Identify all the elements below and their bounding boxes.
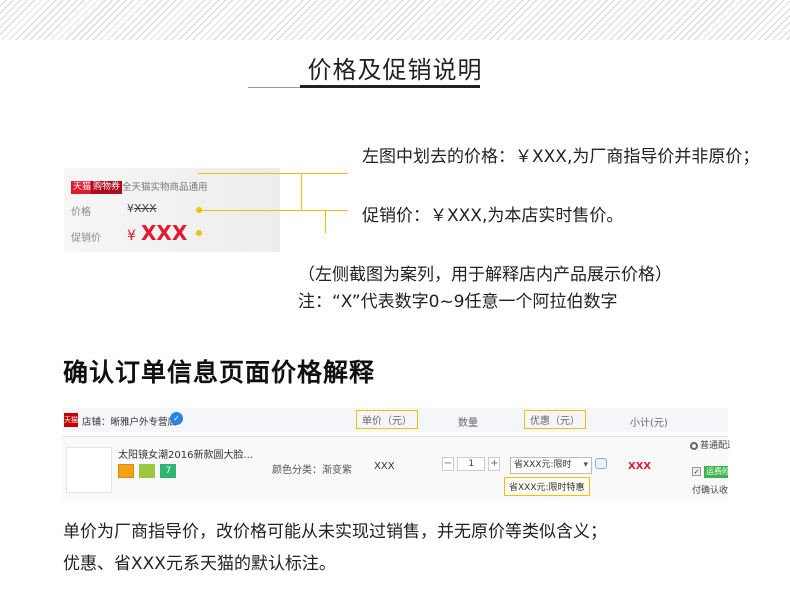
delivery-option[interactable]: 普通配送 [690, 438, 730, 451]
original-price-amount: XXX [134, 202, 157, 215]
discount-header: 优惠（元） [524, 410, 586, 429]
quantity-increase-button[interactable]: + [488, 457, 501, 471]
sale-price-note: 促销价：￥XXX,为本店实时售价。 [362, 206, 624, 226]
quantity-input[interactable]: 1 [457, 457, 486, 471]
coupon-tag: 购物券 [91, 181, 123, 194]
unit-price-explanation: 单价为厂商指导价，改价格可能从未实现过销售，并无原价等类似含义； [63, 522, 607, 542]
sale-price-label: 促销价 [71, 233, 101, 244]
discount-tooltip: 省XXX元:限时特惠 [504, 477, 590, 496]
x-digit-remark: 注：“X”代表数字0~9任意一个阿拉伯数字 [298, 292, 618, 312]
discount-select-value: 省XXX元:限时 [514, 460, 572, 470]
message-icon[interactable] [595, 458, 607, 469]
product-name-link[interactable]: 太阳镜女潮2016新款圆大脸... [118, 446, 253, 461]
quantity-decrease-button[interactable]: − [442, 457, 454, 471]
order-table-header: 天猫 店铺：晰雅户外专营店 ✓ 单价（元） 数量 优惠（元） 小计(元) [62, 408, 728, 432]
screenshot-remark: （左侧截图为案列，用于解释店内产品展示价格） [298, 265, 672, 285]
order-confirm-screenshot: 天猫 店铺：晰雅户外专营店 ✓ 单价（元） 数量 优惠（元） 小计(元) 太阳镜… [62, 408, 730, 500]
chevron-down-icon: ▾ [583, 460, 588, 470]
delivery-radio[interactable] [690, 441, 698, 450]
sale-price-connector [198, 210, 326, 233]
tmall-shop-icon: 天猫 [64, 413, 78, 427]
title-underline [300, 85, 480, 88]
shipping-insurance-tag: 运费险 [704, 466, 728, 478]
unit-price-value: XXX [374, 461, 395, 472]
sale-price-currency: ¥ [127, 228, 136, 244]
subtotal-value: XXX [628, 461, 652, 472]
delivery-option-label: 普通配送 [700, 441, 730, 451]
sale-price-value: ¥ XXX [127, 221, 187, 245]
original-price-value: ¥XXX [127, 202, 157, 215]
unit-price-header: 单价（元） [356, 410, 418, 429]
chat-bubble-icon: ✓ [170, 412, 183, 425]
page-title: 价格及促销说明 [307, 56, 483, 84]
product-thumbnail[interactable] [66, 447, 112, 493]
original-price-label: 价格 [71, 207, 91, 218]
quantity-stepper: − 1 + [442, 457, 501, 473]
subtotal-header: 小计(元) [630, 418, 668, 429]
credit-card-icon [118, 464, 134, 478]
coupon-scope-text: 全天猫实物商品通用 [122, 182, 208, 193]
product-variant: 颜色分类：渐变紫 [272, 465, 352, 476]
discount-select[interactable]: 省XXX元:限时 ▾ [510, 457, 592, 474]
confirm-receipt-text: 付确认收货 [692, 486, 728, 496]
top-decorative-stripe [0, 0, 790, 40]
section-title: 确认订单信息页面价格解释 [63, 358, 376, 387]
sale-price-connector-tail [326, 210, 348, 211]
original-price-note: 左图中划去的价格：￥XXX,为厂商指导价并非原价； [362, 147, 760, 167]
order-item-row: 太阳镜女潮2016新款圆大脸... 7 颜色分类：渐变紫 XXX − 1 + 省… [62, 436, 728, 500]
original-price-connector [198, 173, 302, 210]
shipping-insurance-checkbox[interactable]: ✓ [692, 467, 701, 476]
seven-day-return-icon: 7 [160, 464, 177, 478]
shop-name: 店铺：晰雅户外专营店 [82, 417, 178, 428]
tmall-tag: 天猫 [71, 181, 94, 194]
original-price-connector-tail [302, 173, 348, 174]
discount-explanation: 优惠、省XXX元系天猫的默认标注。 [63, 554, 336, 574]
original-price-currency: ¥ [127, 202, 134, 215]
title-rule-left [248, 87, 300, 88]
sale-price-amount: XXX [141, 221, 188, 245]
quantity-header: 数量 [458, 418, 478, 429]
service-badges: 7 [118, 464, 178, 478]
guarantee-shield-icon [139, 464, 156, 478]
